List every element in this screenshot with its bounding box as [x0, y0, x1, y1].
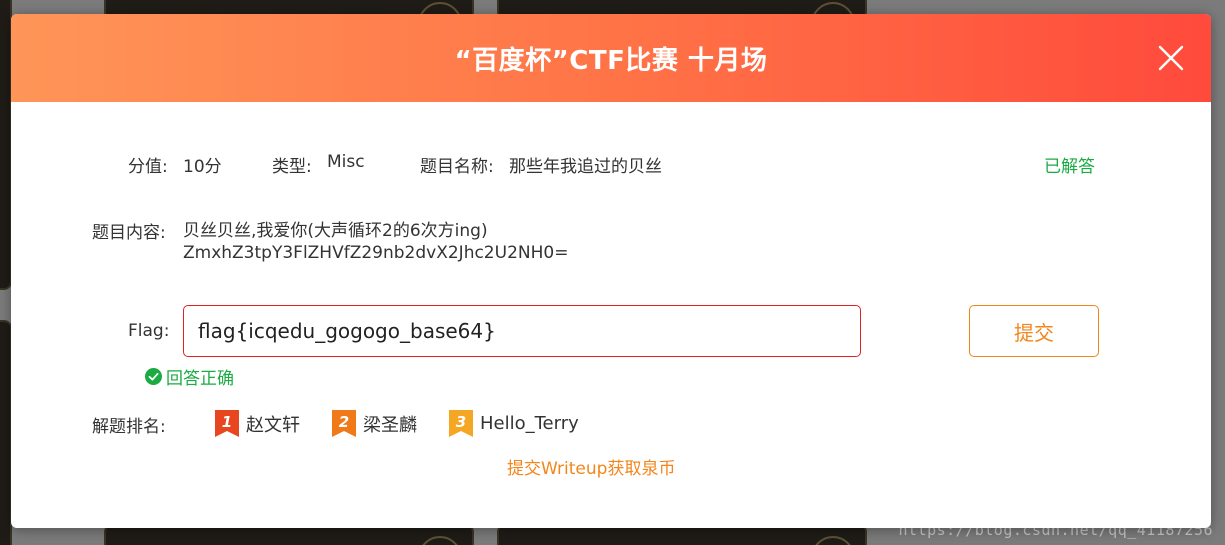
solved-status: 已解答 [1044, 157, 1095, 177]
modal-header: “百度杯”CTF比赛 十月场 [11, 14, 1211, 102]
challenge-modal: “百度杯”CTF比赛 十月场 分值: 10分 类型: Misc 题目名称: 那些… [11, 14, 1211, 528]
bronze-medal-icon: 3 [447, 409, 475, 438]
close-icon [1158, 45, 1184, 71]
svg-text:2: 2 [339, 413, 349, 431]
answer-result-text: 回答正确 [166, 369, 234, 389]
content-line-2: ZmxhZ3tpY3FlZHVfZ29nb2dvX2Jhc2U2NH0= [183, 243, 569, 263]
score-value: 10分 [183, 157, 222, 177]
flag-input[interactable] [183, 305, 861, 357]
challenge-name-value: 那些年我追过的贝丝 [509, 157, 662, 177]
close-button[interactable] [1157, 44, 1185, 72]
ranking-name: 梁圣麟 [363, 414, 417, 436]
type-value: Misc [327, 152, 365, 172]
ranking-entry-1: 1 赵文轩 [213, 409, 300, 438]
ranking-entry-3: 3 Hello_Terry [447, 409, 579, 438]
ranking-label: 解题排名: [92, 417, 166, 437]
gold-medal-icon: 1 [213, 409, 241, 438]
answer-result: 回答正确 [145, 364, 234, 389]
svg-text:1: 1 [222, 413, 232, 431]
content-line-1: 贝丝贝丝,我爱你(大声循环2的6次方ing) [183, 221, 488, 241]
silver-medal-icon: 2 [330, 409, 358, 438]
submit-button[interactable]: 提交 [969, 305, 1099, 357]
ranking-name: 赵文轩 [246, 414, 300, 436]
flag-label: Flag: [128, 321, 170, 341]
submit-writeup-link[interactable]: 提交Writeup获取泉币 [507, 454, 675, 479]
modal-title: “百度杯”CTF比赛 十月场 [454, 45, 768, 76]
score-label: 分值: [128, 157, 168, 177]
ranking-entry-2: 2 梁圣麟 [330, 409, 417, 438]
challenge-name-label: 题目名称: [420, 157, 494, 177]
type-label: 类型: [272, 157, 312, 177]
ranking-name: Hello_Terry [480, 413, 579, 434]
check-circle-icon [145, 368, 162, 385]
content-label: 题目内容: [92, 223, 166, 243]
svg-text:3: 3 [456, 413, 466, 431]
